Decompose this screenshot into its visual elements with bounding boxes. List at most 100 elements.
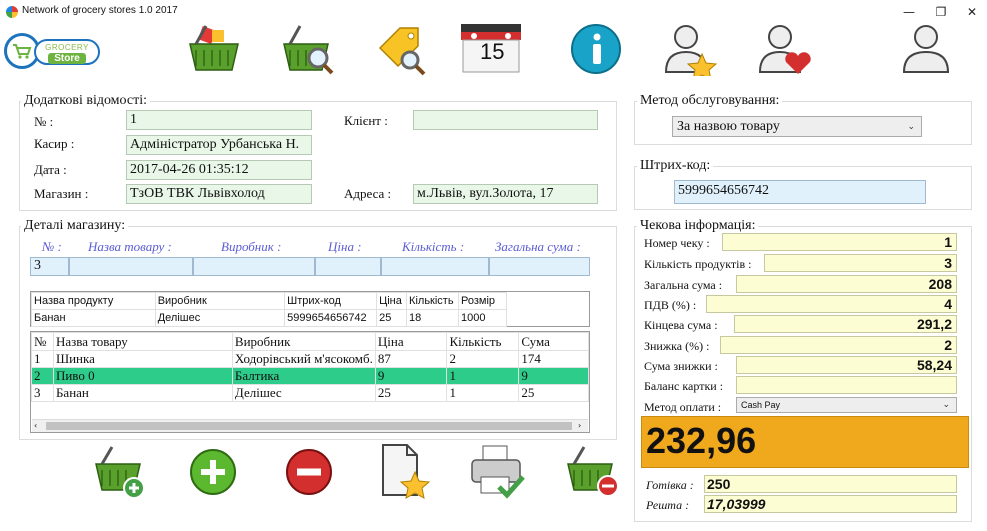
- total-display: 232,96: [641, 416, 969, 468]
- product-count-label: Кількість продуктів :: [644, 257, 752, 271]
- product-col-maker[interactable]: Виробник: [154, 292, 286, 310]
- product-col-name[interactable]: Назва продукту: [31, 292, 156, 310]
- cart-col-name[interactable]: Назва товару: [52, 332, 233, 351]
- date-field[interactable]: 2017-04-26 01:35:12: [126, 160, 312, 180]
- cart-cell[interactable]: Делішес: [231, 384, 376, 402]
- date-label: Дата :: [34, 162, 67, 177]
- horizontal-scrollbar[interactable]: ‹ ›: [32, 419, 588, 432]
- product-count-field[interactable]: 3: [764, 254, 957, 272]
- cashier-field[interactable]: Адміністратор Урбанська Н.: [126, 135, 312, 155]
- product-cell[interactable]: 25: [376, 309, 408, 327]
- scrollbar-thumb[interactable]: [46, 422, 572, 430]
- cart-grid[interactable]: № Назва товару Виробник Ціна Кількість С…: [30, 331, 590, 433]
- receipt-no-field[interactable]: 1: [126, 110, 312, 130]
- discount-sum-field[interactable]: 58,24: [736, 356, 957, 374]
- cart-cell[interactable]: Ходорівський м'ясокомб.: [231, 350, 376, 368]
- payment-method-select[interactable]: Cash Pay ⌄: [736, 397, 957, 413]
- subtotal-field[interactable]: 208: [736, 275, 957, 293]
- cart-col-price[interactable]: Ціна: [374, 332, 448, 351]
- cart-cell[interactable]: 3: [31, 384, 54, 402]
- cart-cell[interactable]: 1: [31, 350, 54, 368]
- client-field[interactable]: [413, 110, 598, 130]
- cashier-label: Касир :: [34, 136, 75, 151]
- cart-cell[interactable]: Шинка: [52, 350, 233, 368]
- calendar-icon[interactable]: 15: [458, 22, 524, 76]
- vat-field[interactable]: 4: [706, 295, 957, 313]
- table-row[interactable]: 3 Банан Делішес 25 1 25: [31, 384, 589, 402]
- close-button[interactable]: ✕: [955, 2, 987, 22]
- cart-col-qty[interactable]: Кількість: [446, 332, 520, 351]
- product-col-barcode[interactable]: Штрих-код: [284, 292, 378, 310]
- discount-sum-label: Сума знижки :: [644, 359, 718, 373]
- input-price[interactable]: [315, 257, 381, 276]
- product-grid-header: Назва продукту Виробник Штрих-код Ціна К…: [31, 292, 507, 310]
- table-row[interactable]: 1 Шинка Ходорівський м'ясокомб. 87 2 174: [31, 350, 589, 368]
- cart-cell[interactable]: 9: [518, 367, 589, 385]
- product-cell[interactable]: 1000: [458, 309, 507, 327]
- scroll-right-icon[interactable]: ›: [578, 420, 581, 432]
- input-no[interactable]: 3: [30, 257, 69, 276]
- product-cell[interactable]: Делішес: [154, 309, 286, 327]
- cart-col-sum[interactable]: Сума: [518, 332, 589, 351]
- card-balance-field[interactable]: [736, 376, 957, 394]
- input-maker[interactable]: [193, 257, 315, 276]
- printer-check-icon[interactable]: [469, 443, 527, 501]
- info-icon[interactable]: [568, 22, 624, 76]
- app-icon: [6, 6, 18, 18]
- user-heart-icon[interactable]: [756, 22, 812, 76]
- cart-cell[interactable]: 1: [446, 367, 520, 385]
- discount-field[interactable]: 2: [720, 336, 957, 354]
- minimize-button[interactable]: —: [892, 2, 926, 22]
- product-col-size[interactable]: Розмір: [458, 292, 507, 310]
- shop-field[interactable]: ТзОВ ТВК Львівхолод: [126, 184, 312, 204]
- scroll-left-icon[interactable]: ‹: [34, 420, 37, 432]
- basket-search-icon[interactable]: [280, 22, 336, 76]
- service-method-select[interactable]: За назвою товару ⌄: [672, 116, 922, 137]
- cart-cell[interactable]: 174: [518, 350, 589, 368]
- cart-cell[interactable]: Банан: [52, 384, 233, 402]
- document-star-icon[interactable]: [375, 442, 431, 500]
- final-sum-field[interactable]: 291,2: [734, 315, 957, 333]
- receipt-number-field[interactable]: 1: [722, 233, 957, 251]
- cart-cell[interactable]: 2: [31, 367, 54, 385]
- logo: GROCERY Store: [4, 33, 100, 69]
- product-grid[interactable]: Назва продукту Виробник Штрих-код Ціна К…: [30, 291, 590, 327]
- cart-cell[interactable]: Пиво 0: [52, 367, 233, 385]
- input-total[interactable]: [489, 257, 590, 276]
- final-sum-label: Кінцева сума :: [644, 318, 718, 332]
- user-icon[interactable]: [898, 22, 954, 76]
- product-col-price[interactable]: Ціна: [376, 292, 408, 310]
- product-cell[interactable]: 5999654656742: [284, 309, 378, 327]
- address-field[interactable]: м.Львів, вул.Золота, 17: [413, 184, 598, 204]
- cart-cell[interactable]: 87: [374, 350, 448, 368]
- basket-add-icon[interactable]: [92, 444, 148, 500]
- col-header-price: Ціна :: [328, 239, 362, 254]
- logo-text: GROCERY Store: [34, 39, 100, 65]
- product-col-qty[interactable]: Кількість: [406, 292, 460, 310]
- barcode-input[interactable]: 5999654656742: [674, 180, 926, 204]
- cart-cell[interactable]: 25: [518, 384, 589, 402]
- product-cell[interactable]: 18: [406, 309, 460, 327]
- user-star-icon[interactable]: [662, 22, 718, 81]
- plus-icon[interactable]: [188, 447, 238, 497]
- table-row-selected[interactable]: 2 Пиво 0 Балтика 9 1 9: [31, 367, 589, 385]
- cart-cell[interactable]: 1: [446, 384, 520, 402]
- cart-cell[interactable]: Балтика: [231, 367, 376, 385]
- price-tag-search-icon[interactable]: [374, 22, 430, 76]
- cart-col-no[interactable]: №: [31, 332, 54, 351]
- input-qty[interactable]: [381, 257, 489, 276]
- cart-cell[interactable]: 9: [374, 367, 448, 385]
- cart-cell[interactable]: 25: [374, 384, 448, 402]
- input-name[interactable]: [69, 257, 193, 276]
- minus-icon[interactable]: [284, 447, 334, 497]
- maximize-button[interactable]: ❐: [924, 2, 958, 22]
- cart-cell[interactable]: 2: [446, 350, 520, 368]
- cart-col-maker[interactable]: Виробник: [231, 332, 376, 351]
- change-field[interactable]: 17,03999: [704, 495, 957, 513]
- cash-input[interactable]: 250: [704, 475, 957, 493]
- table-row[interactable]: Банан Делішес 5999654656742 25 18 1000: [31, 309, 507, 327]
- basket-delete-icon[interactable]: [186, 22, 242, 76]
- payment-method-label: Метод оплати :: [644, 400, 722, 414]
- basket-remove-icon[interactable]: [564, 444, 624, 500]
- product-cell[interactable]: Банан: [31, 309, 156, 327]
